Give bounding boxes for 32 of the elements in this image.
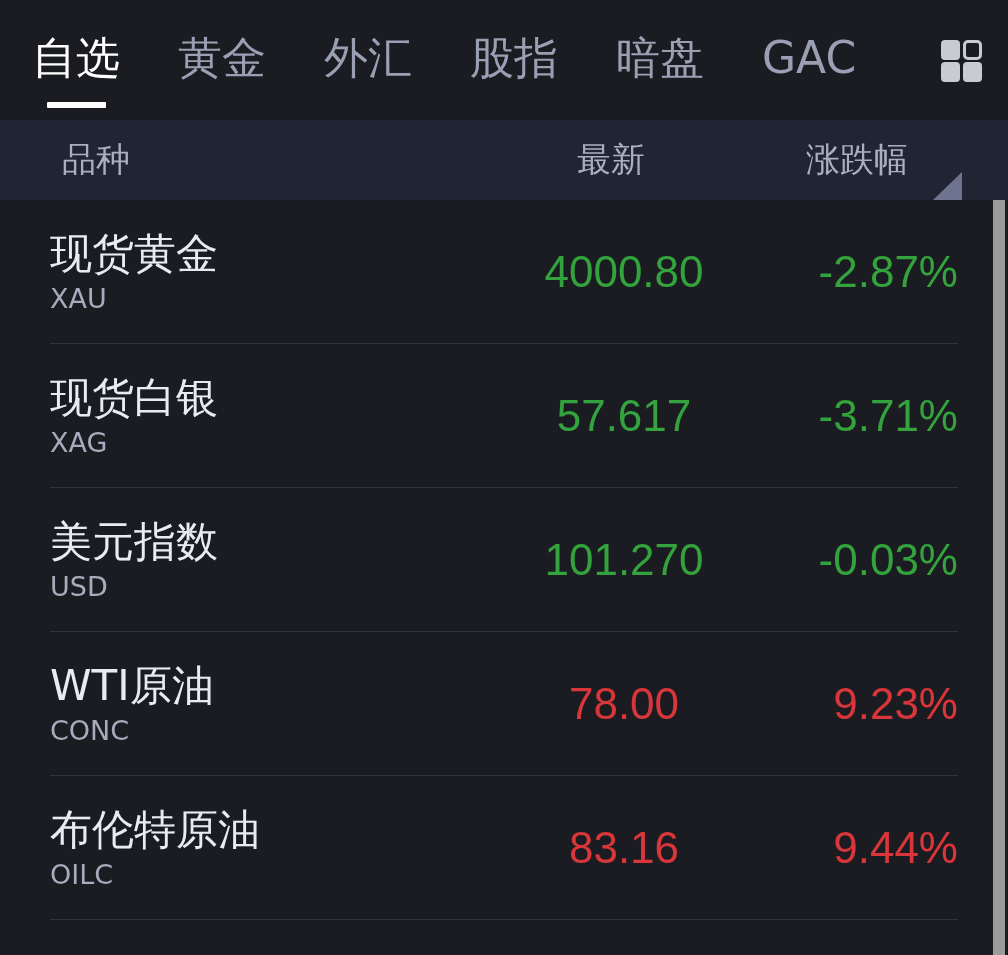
latest-price: 4000.80 [543, 246, 705, 297]
corner-triangle-icon [933, 172, 962, 200]
instrument-name: 现货白银 [50, 373, 219, 422]
instrument-name: 美元指数 [50, 517, 219, 566]
change-percent: -3.71% [817, 390, 958, 441]
latest-price: 83.16 [567, 822, 681, 873]
tab[interactable]: 暗盘 [616, 30, 704, 108]
instrument-code: XAG [50, 427, 109, 458]
change-percent: 9.44% [832, 822, 958, 873]
tab[interactable]: 黄金 [178, 30, 266, 108]
column-header[interactable]: 最新 [491, 137, 731, 183]
change-percent: -0.03% [817, 534, 958, 585]
latest-price: 101.270 [543, 534, 705, 585]
instrument-code: USD [50, 571, 109, 602]
column-header[interactable]: 品种 [62, 137, 491, 183]
instrument-code: XAU [50, 283, 108, 314]
column-header[interactable]: 涨跌幅 [731, 137, 908, 183]
tab[interactable]: 自选 [32, 30, 120, 108]
grid-icon[interactable] [941, 40, 982, 82]
instrument-name: 布伦特原油 [50, 805, 261, 854]
tab[interactable]: GAC [762, 30, 857, 108]
instrument-code: OILC [50, 859, 115, 890]
instrument-name: WTI原油 [50, 661, 215, 710]
scrollbar[interactable] [993, 200, 1005, 955]
tab[interactable]: 股指 [470, 30, 558, 108]
change-percent: 9.23% [832, 678, 958, 729]
instrument-name: 现货黄金 [50, 229, 219, 278]
latest-price: 78.00 [567, 678, 681, 729]
change-percent: -2.87% [817, 246, 958, 297]
latest-price: 57.617 [555, 390, 693, 441]
tab[interactable]: 外汇 [324, 30, 412, 108]
instrument-code: CONC [50, 715, 131, 746]
